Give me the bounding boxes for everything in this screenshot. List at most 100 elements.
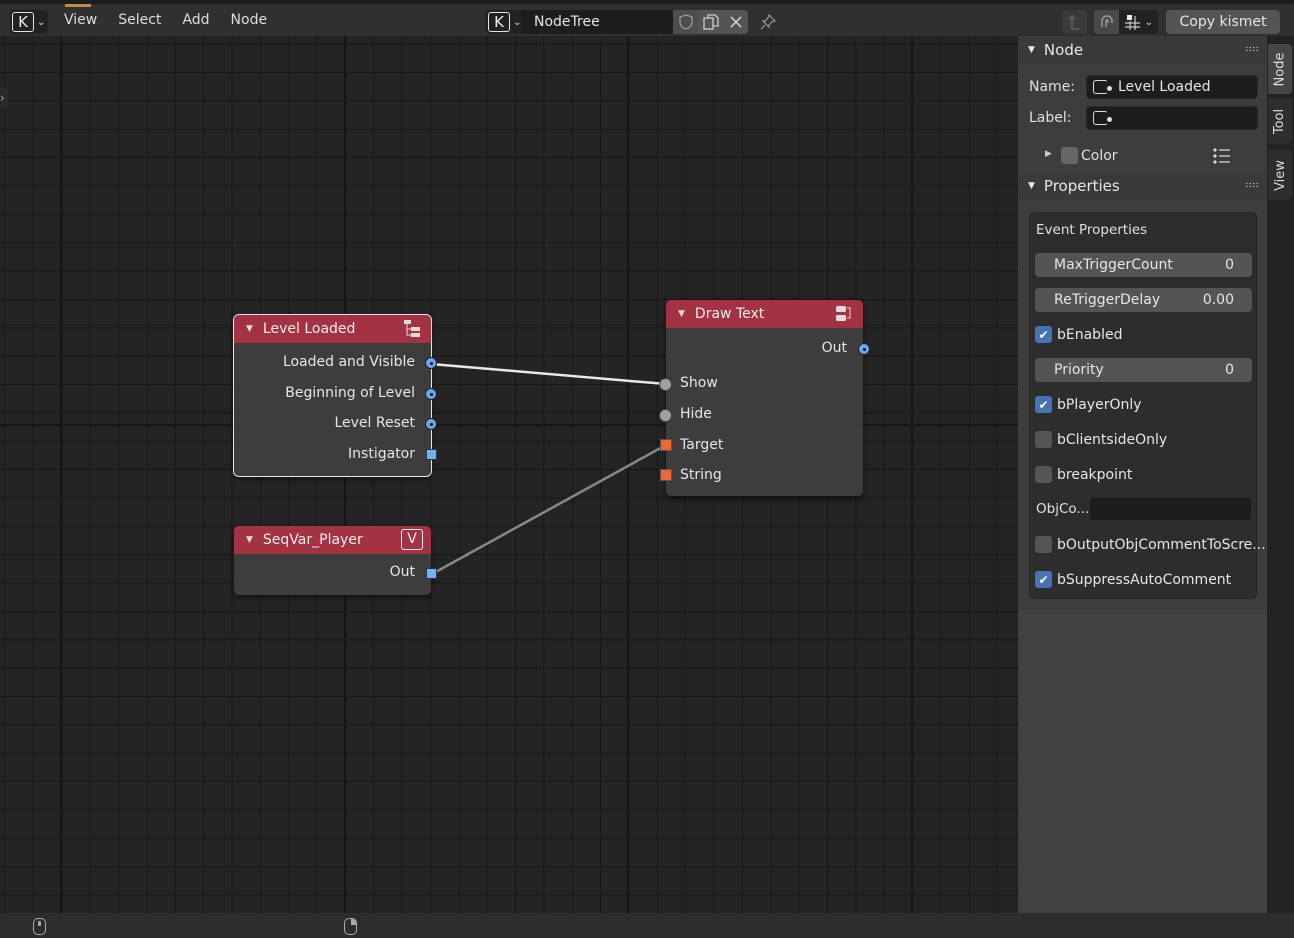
checkbox-unchecked-icon [1035, 431, 1052, 448]
presets-list-icon[interactable] [1213, 148, 1231, 164]
snap-toggle[interactable] [1094, 10, 1119, 34]
node-name-value: Level Loaded [1118, 79, 1211, 95]
node-title: Draw Text [694, 306, 765, 322]
socket-label: String [680, 467, 722, 483]
output-socket-out[interactable] [426, 568, 437, 579]
tab-tool[interactable]: Tool [1268, 98, 1292, 144]
properties-panel-header[interactable]: ▼ Properties [1018, 172, 1267, 200]
node-name-field[interactable]: Level Loaded [1086, 75, 1258, 99]
priority-field[interactable]: Priority 0 [1035, 358, 1252, 382]
kismet-icon: K [488, 12, 510, 32]
link-player-to-target[interactable] [431, 443, 667, 576]
node-label-field[interactable] [1086, 106, 1258, 130]
output-socket-loaded-and-visible[interactable] [425, 357, 437, 369]
field-value: 0.00 [1202, 292, 1234, 308]
tab-view[interactable]: View [1268, 150, 1292, 200]
checkbox-checked-icon [1035, 396, 1052, 413]
tab-node[interactable]: Node [1268, 44, 1292, 94]
obj-comment-field[interactable] [1089, 497, 1252, 521]
pin-button[interactable] [755, 10, 780, 34]
menu-view[interactable]: View [64, 12, 97, 28]
link-loaded-to-show[interactable] [430, 362, 667, 386]
pin-icon [760, 14, 776, 30]
socket-label: Hide [680, 406, 712, 422]
panel-title: Node [1043, 41, 1084, 59]
field-label: MaxTriggerCount [1054, 257, 1173, 273]
node-title: SeqVar_Player [262, 532, 363, 548]
color-checkbox[interactable] [1061, 147, 1078, 164]
checkbox-label: bClientsideOnly [1057, 431, 1168, 448]
fake-user-button[interactable] [673, 10, 698, 34]
max-trigger-count-field[interactable]: MaxTriggerCount 0 [1035, 253, 1252, 277]
field-label: Priority [1054, 362, 1104, 378]
socket-label: Beginning of Level [285, 385, 415, 401]
breakpoint-checkbox[interactable]: breakpoint [1035, 466, 1132, 483]
node-title: Level Loaded [262, 321, 356, 337]
node-seqvar-player[interactable]: ▼ SeqVar_Player V Out [234, 526, 437, 595]
node-editor-canvas[interactable]: › ▼ Level Loaded Loaded and Visible Begi… [0, 36, 1018, 913]
collapse-triangle-icon[interactable]: ▼ [246, 324, 253, 334]
duplicate-button[interactable] [698, 10, 723, 34]
unlink-button[interactable] [723, 10, 748, 34]
node-level-loaded[interactable]: ▼ Level Loaded Loaded and Visible Beginn… [233, 314, 437, 477]
menu-select[interactable]: Select [118, 12, 161, 28]
group-title: Event Properties [1036, 222, 1148, 238]
node-tree-name-field[interactable]: NodeTree [522, 10, 673, 34]
socket-label: Target [680, 437, 724, 453]
chevron-down-icon: ⌄ [1144, 16, 1154, 28]
b-output-obj-comment-checkbox[interactable]: bOutputObjCommentToScre... [1035, 536, 1266, 553]
retrigger-delay-field[interactable]: ReTriggerDelay 0.00 [1035, 288, 1252, 312]
checkbox-label: bSuppressAutoComment [1057, 571, 1232, 588]
output-socket-level-reset[interactable] [425, 418, 437, 430]
node-header[interactable]: ▼ Draw Text [666, 300, 863, 328]
b-clientside-only-checkbox[interactable]: bClientsideOnly [1035, 431, 1167, 448]
menu-node[interactable]: Node [231, 12, 268, 28]
node-header[interactable]: ▼ Level Loaded [234, 315, 431, 343]
chevron-down-icon: ⌄ [513, 16, 522, 28]
drag-grip-icon[interactable] [1245, 182, 1259, 188]
b-suppress-auto-comment-checkbox[interactable]: bSuppressAutoComment [1035, 571, 1231, 588]
node-draw-text[interactable]: ▼ Draw Text Out Show Hide Target String [659, 300, 870, 496]
chevron-down-icon: ⌄ [37, 16, 46, 28]
b-enabled-checkbox[interactable]: bEnabled [1035, 326, 1122, 343]
input-socket-target[interactable] [660, 439, 672, 451]
input-socket-show[interactable] [659, 378, 672, 391]
collapse-triangle-icon[interactable]: ▼ [678, 309, 685, 319]
menu-add[interactable]: Add [182, 12, 209, 28]
label-label: Label: [1029, 110, 1072, 126]
drag-grip-icon[interactable] [1245, 46, 1259, 52]
checkbox-label: bEnabled [1057, 326, 1123, 343]
node-icon [1093, 80, 1112, 94]
checkbox-label: breakpoint [1057, 466, 1133, 483]
grid-snap-icon [1124, 15, 1140, 30]
event-tree-icon [404, 320, 420, 337]
action-icon [836, 306, 851, 321]
expand-triangle-icon[interactable]: ▶ [1045, 149, 1052, 159]
copy-kismet-button[interactable]: Copy kismet [1166, 10, 1280, 34]
output-socket-beginning-of-level[interactable] [425, 388, 437, 400]
variable-icon: V [401, 529, 423, 550]
collapse-triangle-icon: ▼ [1028, 181, 1035, 191]
collapse-triangle-icon[interactable]: ▼ [246, 535, 253, 545]
snap-mode-dropdown[interactable]: ⌄ [1119, 10, 1158, 34]
checkbox-unchecked-icon [1035, 536, 1052, 553]
field-label: ReTriggerDelay [1054, 292, 1161, 308]
output-socket-instigator[interactable] [426, 449, 437, 460]
b-player-only-checkbox[interactable]: bPlayerOnly [1035, 396, 1142, 413]
input-socket-string[interactable] [660, 469, 672, 481]
tree-type-button[interactable]: K ⌄ [486, 10, 524, 34]
node-panel-header[interactable]: ▼ Node [1018, 36, 1267, 64]
links-layer [430, 362, 667, 576]
parent-node-tree-button[interactable] [1062, 10, 1087, 34]
output-socket-out[interactable] [858, 343, 870, 355]
socket-label: Show [680, 375, 718, 391]
editor-type-button[interactable]: K ⌄ [10, 10, 48, 34]
status-bar [0, 913, 1294, 938]
checkbox-checked-icon [1035, 571, 1052, 588]
panel-title: Properties [1043, 177, 1120, 195]
obj-comment-label: ObjCo... [1036, 501, 1090, 517]
node-header[interactable]: ▼ SeqVar_Player V [234, 526, 431, 554]
socket-label: Out [821, 340, 847, 356]
input-socket-hide[interactable] [659, 409, 672, 422]
field-value: 0 [1225, 362, 1234, 378]
